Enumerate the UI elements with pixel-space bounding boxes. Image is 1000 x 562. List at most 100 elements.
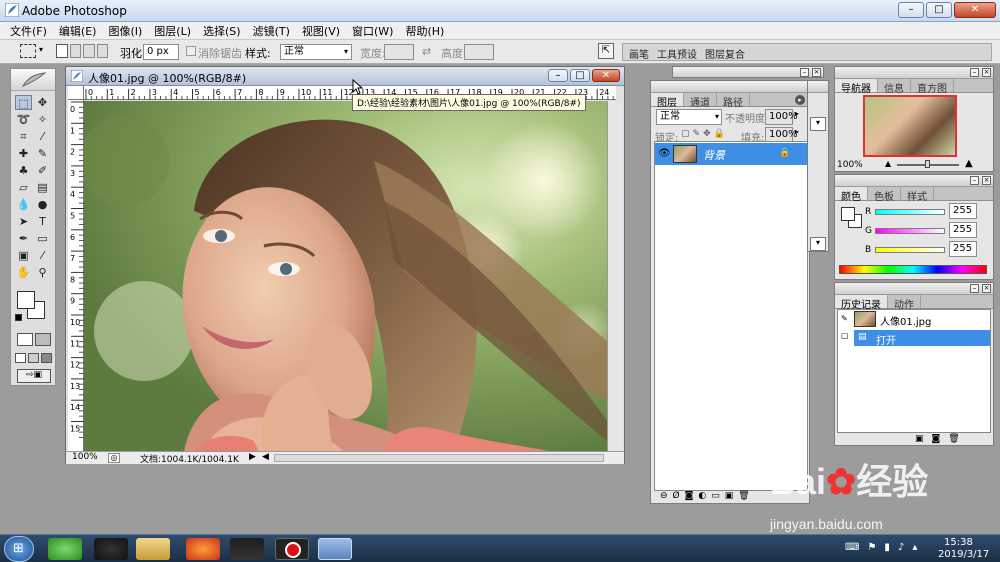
default-colors-icon[interactable] xyxy=(15,314,22,321)
taskbar-firefox-icon[interactable] xyxy=(186,538,220,560)
clone-stamp-icon[interactable]: ♣ xyxy=(15,163,32,178)
menu-help[interactable]: 帮助(H) xyxy=(405,23,444,39)
panel-close-button[interactable]: × xyxy=(982,176,991,185)
blur-tool-icon[interactable]: 💧 xyxy=(15,197,32,212)
pen-tool-icon[interactable]: ✒ xyxy=(15,231,32,246)
menu-view[interactable]: 视图(V) xyxy=(302,23,340,39)
history-state-icon[interactable]: ▢ xyxy=(841,331,849,340)
panel-close-button[interactable]: × xyxy=(982,284,991,293)
menu-window[interactable]: 窗口(W) xyxy=(352,23,393,39)
channel-g-slider[interactable] xyxy=(875,228,945,234)
link-layers-icon[interactable]: ⊖ xyxy=(660,491,668,503)
crop-tool-icon[interactable]: ⌗ xyxy=(15,129,32,144)
chevron-down-icon[interactable]: ▾ xyxy=(810,237,826,251)
new-snapshot-icon[interactable]: ◙ xyxy=(932,434,941,444)
add-selection-icon[interactable] xyxy=(69,44,81,58)
channel-g-input[interactable]: 255 xyxy=(949,222,977,238)
panel-minimize-button[interactable]: – xyxy=(970,284,979,293)
new-selection-icon[interactable] xyxy=(56,44,68,58)
snapshot-source-icon[interactable]: ✎ xyxy=(841,314,848,323)
tab-actions[interactable]: 动作 xyxy=(888,295,921,311)
width-input[interactable] xyxy=(384,44,414,60)
vertical-ruler[interactable]: 0 1 2 3 4 5 6 7 8 9 10 11 12 13 14 15 xyxy=(68,100,84,452)
menu-edit[interactable]: 编辑(E) xyxy=(59,23,97,39)
eye-visibility-icon[interactable]: 👁 xyxy=(658,148,671,159)
new-group-icon[interactable]: ▭ xyxy=(711,491,720,503)
gradient-tool-icon[interactable]: ▤ xyxy=(34,180,51,195)
move-tool-icon[interactable]: ✥ xyxy=(34,95,51,110)
history-snapshot-row[interactable]: ✎ 人像01.jpg xyxy=(838,310,990,329)
channel-b-input[interactable]: 255 xyxy=(949,241,977,257)
screen-mode-standard-icon[interactable] xyxy=(15,353,26,363)
ruler-origin[interactable] xyxy=(68,86,84,100)
tray-keyboard-icon[interactable]: ⌨ xyxy=(845,542,859,553)
canvas-photo[interactable] xyxy=(84,101,607,452)
marquee-tool-icon[interactable]: ⬚ xyxy=(15,95,32,110)
chevron-right-icon[interactable]: ▸ xyxy=(795,109,799,118)
type-tool-icon[interactable]: T xyxy=(34,214,51,229)
zoom-out-icon[interactable]: ▲ xyxy=(885,159,891,168)
color-ramp[interactable] xyxy=(839,265,987,274)
doc-close-button[interactable]: ✕ xyxy=(592,69,620,82)
subtract-selection-icon[interactable] xyxy=(83,44,95,58)
tab-histogram[interactable]: 直方图 xyxy=(911,79,954,95)
tray-expand-icon[interactable]: ▴ xyxy=(912,542,917,553)
new-layer-icon[interactable]: ▣ xyxy=(725,491,734,503)
delete-state-icon[interactable]: 🗑 xyxy=(948,434,959,444)
tab-layers[interactable]: 图层 xyxy=(651,93,684,109)
clock-date[interactable]: 2019/3/17 xyxy=(938,549,989,560)
chevron-down-icon[interactable]: ▾ xyxy=(39,45,43,54)
tab-info[interactable]: 信息 xyxy=(878,79,911,95)
adjustment-layer-icon[interactable]: ◐ xyxy=(698,491,706,503)
panel-close-button[interactable]: × xyxy=(982,68,991,77)
minimize-button[interactable]: – xyxy=(898,2,924,18)
notes-tool-icon[interactable]: ▣ xyxy=(15,248,32,263)
blend-mode-select[interactable]: 正常 ▾ xyxy=(656,109,722,125)
tray-network-icon[interactable]: ▮ xyxy=(884,542,890,553)
lock-transparent-icon[interactable]: ▢ xyxy=(681,129,690,139)
zoom-level[interactable]: 100% xyxy=(72,452,98,462)
quick-mask-icon[interactable] xyxy=(35,333,51,346)
doc-maximize-button[interactable]: □ xyxy=(570,69,590,82)
scroll-left-icon[interactable]: ◀ xyxy=(262,452,269,462)
layer-style-icon[interactable]: Ø xyxy=(673,491,680,503)
channel-r-input[interactable]: 255 xyxy=(949,203,977,219)
shape-tool-icon[interactable]: ▭ xyxy=(34,231,51,246)
intersect-selection-icon[interactable] xyxy=(96,44,108,58)
tray-flag-icon[interactable]: ⚑ xyxy=(867,542,876,553)
tab-color[interactable]: 颜色 xyxy=(835,187,868,203)
navigator-thumbnail[interactable] xyxy=(863,95,957,157)
lock-position-icon[interactable]: ✥ xyxy=(703,129,711,139)
brush-tool-icon[interactable]: ✎ xyxy=(34,146,51,161)
tab-paths[interactable]: 路径 xyxy=(717,93,750,109)
menu-layer[interactable]: 图层(L) xyxy=(154,23,191,39)
tab-styles[interactable]: 样式 xyxy=(901,187,934,203)
zoom-slider-thumb[interactable] xyxy=(925,160,930,168)
taskbar-media-icon[interactable] xyxy=(230,538,264,560)
taskbar-record-icon[interactable] xyxy=(275,538,309,560)
color-foreground-swatch[interactable] xyxy=(841,207,855,221)
panel-minimize-button[interactable]: – xyxy=(970,176,979,185)
taskbar-app-360-icon[interactable] xyxy=(48,538,82,560)
delete-layer-icon[interactable]: 🗑 xyxy=(738,491,749,503)
style-select[interactable]: 正常 ▾ xyxy=(280,44,352,60)
dodge-tool-icon[interactable]: ● xyxy=(34,197,51,212)
start-button[interactable]: ⊞ xyxy=(4,536,34,562)
healing-brush-icon[interactable]: ✚ xyxy=(15,146,32,161)
lock-image-icon[interactable]: ✎ xyxy=(693,129,701,139)
eraser-tool-icon[interactable]: ▱ xyxy=(15,180,32,195)
slice-tool-icon[interactable]: ⁄ xyxy=(34,129,51,144)
height-input[interactable] xyxy=(464,44,494,60)
taskbar-photoshop-icon[interactable] xyxy=(318,538,352,560)
status-arrow-icon[interactable]: ▶ xyxy=(249,452,256,462)
close-button[interactable]: ✕ xyxy=(954,2,996,18)
tab-navigator[interactable]: 导航器 xyxy=(835,79,878,95)
jump-to-imageready-icon[interactable]: ⇨▣ xyxy=(17,369,51,383)
screen-mode-full-icon[interactable] xyxy=(41,353,52,363)
well-tab-layer-comps[interactable]: 图层复合 xyxy=(705,46,745,61)
swap-icon[interactable]: ⇄ xyxy=(422,45,431,58)
opacity-input[interactable]: 100% xyxy=(765,109,798,125)
tab-channels[interactable]: 通道 xyxy=(684,93,717,109)
tab-history[interactable]: 历史记录 xyxy=(835,295,888,311)
lasso-tool-icon[interactable]: ➰ xyxy=(15,112,32,127)
